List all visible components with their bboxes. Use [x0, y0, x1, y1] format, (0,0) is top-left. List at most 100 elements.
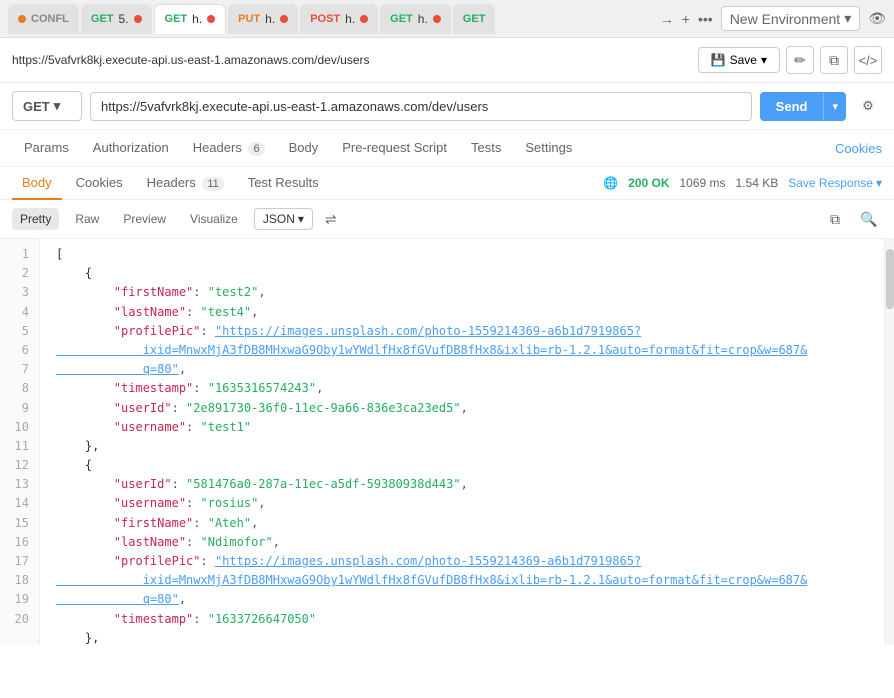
- json-line-14: "lastName": "Ndimofor",: [56, 533, 884, 552]
- scrollbar-thumb[interactable]: [886, 249, 894, 309]
- env-label: New Environment: [730, 11, 841, 27]
- line-num: 20: [0, 610, 39, 629]
- copy-icon: ⧉: [829, 52, 839, 69]
- tab-method-label: CONFL: [31, 13, 69, 25]
- tab-status-dot: [433, 15, 441, 23]
- settings-icon[interactable]: ⚙: [854, 92, 882, 120]
- line-num: 12: [0, 456, 39, 475]
- globe-icon: 🌐: [603, 176, 618, 190]
- format-type-value: JSON: [263, 212, 295, 226]
- tab-arrow-right[interactable]: →: [660, 11, 674, 27]
- tab-prerequest[interactable]: Pre-request Script: [330, 130, 459, 167]
- tab-put-h[interactable]: PUT h.: [228, 4, 298, 34]
- edit-icon: ✏: [794, 52, 806, 69]
- tab-add[interactable]: +: [682, 11, 690, 27]
- tab-settings[interactable]: Settings: [513, 130, 584, 167]
- send-button[interactable]: Send ▾: [760, 92, 846, 121]
- line-num: 14: [0, 494, 39, 513]
- tab-confl[interactable]: CONFL: [8, 4, 79, 34]
- address-url: https://5vafvrk8kj.execute-api.us-east-1…: [12, 53, 690, 67]
- tab-params-label: Params: [24, 140, 69, 155]
- tab-authorization[interactable]: Authorization: [81, 130, 181, 167]
- resp-tab-headers[interactable]: Headers 11: [137, 167, 234, 200]
- json-line-9: },: [56, 437, 884, 456]
- url-input[interactable]: [90, 92, 752, 121]
- tab-body[interactable]: Body: [277, 130, 331, 167]
- response-time: 1069 ms: [680, 176, 726, 190]
- save-button[interactable]: 💾 Save ▾: [698, 47, 780, 73]
- tab-authorization-label: Authorization: [93, 140, 169, 155]
- request-bar: GET ▾ Send ▾ ⚙: [0, 83, 894, 130]
- address-actions: 💾 Save ▾ ✏ ⧉ </>: [698, 46, 882, 74]
- json-line-16: "timestamp": "1633726647050": [56, 610, 884, 629]
- tab-headers[interactable]: Headers 6: [181, 130, 277, 167]
- format-visualize-label: Visualize: [190, 212, 238, 226]
- tab-status-dot: [207, 15, 215, 23]
- tab-bar: CONFL GET 5. GET h. PUT h. POST h. GET h…: [0, 0, 894, 38]
- tab-name-label: 5.: [119, 12, 129, 26]
- tab-params[interactable]: Params: [12, 130, 81, 167]
- format-pretty[interactable]: Pretty: [12, 208, 59, 230]
- env-chevron: ▾: [844, 10, 851, 27]
- resp-tab-testresults[interactable]: Test Results: [238, 167, 329, 200]
- tab-tests-label: Tests: [471, 140, 501, 155]
- tab-get-h-active[interactable]: GET h.: [154, 4, 227, 34]
- format-bar: Pretty Raw Preview Visualize JSON ▾ ⇌ ⧉ …: [0, 200, 894, 239]
- tab-method-label: PUT: [238, 13, 260, 25]
- json-line-17: },: [56, 629, 884, 645]
- format-type-selector[interactable]: JSON ▾: [254, 208, 313, 230]
- cookies-label: Cookies: [835, 141, 882, 156]
- resp-body-label: Body: [22, 175, 52, 190]
- save-chevron: ▾: [761, 53, 767, 67]
- copy-button[interactable]: ⧉: [820, 46, 848, 74]
- resp-tab-body[interactable]: Body: [12, 167, 62, 200]
- format-visualize[interactable]: Visualize: [182, 208, 246, 230]
- edit-button[interactable]: ✏: [786, 46, 814, 74]
- tab-name-label: h.: [265, 12, 275, 26]
- resp-tab-cookies[interactable]: Cookies: [66, 167, 133, 200]
- line-num: 6: [0, 341, 39, 360]
- json-line-5: "profilePic": "https://images.unsplash.c…: [56, 322, 884, 380]
- code-button[interactable]: </>: [854, 46, 882, 74]
- tab-tests[interactable]: Tests: [459, 130, 513, 167]
- save-response-chevron: ▾: [876, 176, 882, 190]
- line-num: 11: [0, 437, 39, 456]
- resp-headers-badge: 11: [202, 177, 223, 191]
- tab-headers-label: Headers: [193, 140, 242, 155]
- code-icon: </>: [859, 53, 878, 68]
- tab-get-h2[interactable]: GET h.: [380, 4, 451, 34]
- cookies-link[interactable]: Cookies: [835, 141, 882, 156]
- line-num: 9: [0, 399, 39, 418]
- save-response-button[interactable]: Save Response ▾: [788, 176, 882, 190]
- line-num: 8: [0, 379, 39, 398]
- line-num: 3: [0, 283, 39, 302]
- eye-icon[interactable]: 👁: [868, 10, 886, 27]
- response-size: 1.54 KB: [736, 176, 779, 190]
- tab-more[interactable]: •••: [698, 11, 713, 27]
- filter-icon[interactable]: ⇌: [325, 211, 337, 228]
- method-value: GET: [23, 99, 50, 114]
- resp-cookies-label: Cookies: [76, 175, 123, 190]
- json-content: [ { "firstName": "test2", "lastName": "t…: [40, 239, 884, 645]
- line-num: 1: [0, 245, 39, 264]
- tab-name-label: h.: [418, 12, 428, 26]
- tab-headers-badge: 6: [248, 142, 264, 156]
- tab-post-h[interactable]: POST h.: [300, 4, 378, 34]
- search-json-button[interactable]: 🔍: [856, 206, 882, 232]
- scrollbar[interactable]: [884, 239, 894, 645]
- tab-status-dot: [134, 15, 142, 23]
- tab-name-label: h.: [345, 12, 355, 26]
- tab-prerequest-label: Pre-request Script: [342, 140, 447, 155]
- method-selector[interactable]: GET ▾: [12, 91, 82, 121]
- format-preview[interactable]: Preview: [115, 208, 174, 230]
- json-line-2: {: [56, 264, 884, 283]
- tab-get-5[interactable]: GET 5.: [81, 4, 152, 34]
- line-num: 10: [0, 418, 39, 437]
- copy-json-button[interactable]: ⧉: [822, 206, 848, 232]
- json-line-11: "userId": "581476a0-287a-11ec-a5df-59380…: [56, 475, 884, 494]
- format-raw[interactable]: Raw: [67, 208, 107, 230]
- env-selector[interactable]: New Environment ▾: [721, 6, 861, 31]
- response-bar: Body Cookies Headers 11 Test Results 🌐 2…: [0, 167, 894, 200]
- tab-method-label: GET: [91, 13, 114, 25]
- tab-get-empty[interactable]: GET: [453, 4, 496, 34]
